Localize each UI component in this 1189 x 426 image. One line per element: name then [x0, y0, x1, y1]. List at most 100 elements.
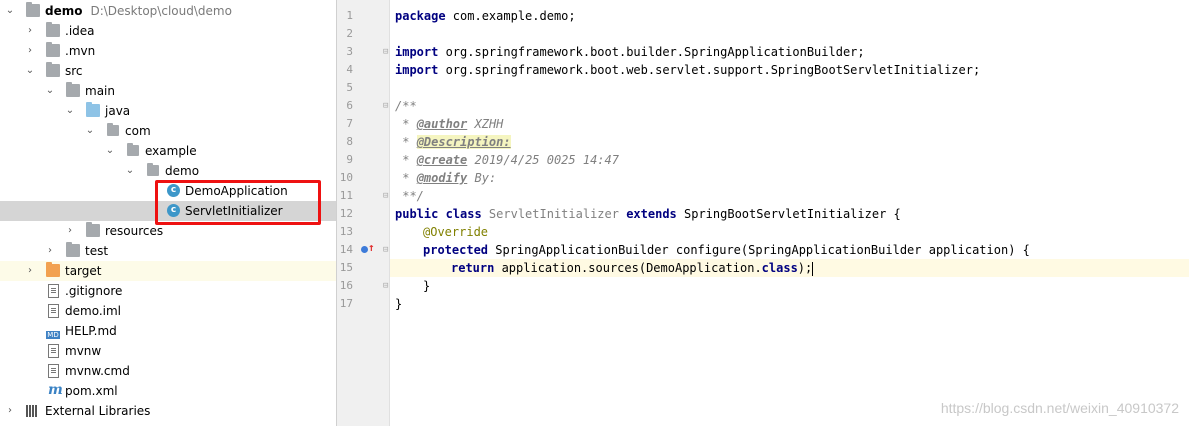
chevron-down-icon[interactable]: ⌄ [44, 81, 56, 101]
tree-item-label: main [85, 84, 115, 98]
excluded-folder-icon [46, 262, 60, 277]
maven-icon: m [48, 382, 63, 398]
chevron-down-icon[interactable]: ⌄ [124, 161, 136, 181]
line-number: 9 [346, 153, 353, 166]
line-number: 16 [339, 279, 353, 292]
tree-item-label: target [65, 264, 102, 278]
chevron-down-icon[interactable]: ⌄ [64, 101, 76, 121]
text-caret [812, 261, 814, 276]
tree-item-example[interactable]: ⌄ example [0, 141, 336, 161]
red-highlight-box [155, 180, 321, 225]
tree-item-label: test [85, 244, 109, 258]
line-number: 4 [346, 63, 353, 76]
chevron-down-icon[interactable]: ⌄ [84, 121, 96, 141]
text-file-icon [48, 284, 59, 298]
chevron-right-icon[interactable]: › [4, 401, 16, 421]
watermark: https://blog.csdn.net/weixin_40910372 [940, 400, 1179, 416]
tree-item-label: demo.iml [65, 304, 121, 318]
package-icon [107, 123, 119, 136]
code-line-17: } [395, 297, 403, 311]
tree-item-label: HELP.md [65, 324, 117, 338]
chevron-right-icon[interactable]: › [44, 241, 56, 261]
resources-folder-icon [86, 222, 100, 237]
line-number: 2 [346, 27, 353, 40]
code-line-15: return application.sources(DemoApplicati… [451, 261, 814, 276]
tree-item-label: pom.xml [65, 384, 118, 398]
chevron-down-icon[interactable]: ⌄ [24, 61, 36, 81]
tree-item-gitignore[interactable]: .gitignore [0, 281, 336, 301]
line-number: 12 [339, 207, 353, 220]
chevron-right-icon[interactable]: › [24, 21, 36, 41]
tree-item-test[interactable]: › test [0, 241, 336, 261]
package-icon [147, 163, 159, 176]
text-file-icon [48, 364, 59, 378]
code-line-8: * @Description: [395, 135, 511, 149]
code-line-13: @Override [423, 225, 489, 239]
folder-icon [66, 242, 80, 257]
tree-item-label: java [105, 104, 131, 118]
code-line-14: protected SpringApplicationBuilder confi… [423, 243, 1030, 257]
code-line-16: } [423, 279, 431, 293]
tree-item-demo-iml[interactable]: demo.iml [0, 301, 336, 321]
code-line-4: import org.springframework.boot.web.serv… [395, 63, 981, 77]
markdown-file-icon: MD [46, 331, 60, 339]
package-icon [127, 143, 139, 156]
code-line-7: * @author XZHH [395, 117, 504, 131]
root-label: demo [45, 4, 83, 18]
tree-item-target[interactable]: › target [0, 261, 336, 281]
code-line-10: * @modify By: [395, 171, 497, 185]
tree-item-mvn[interactable]: › .mvn [0, 41, 336, 61]
folder-icon [46, 62, 60, 77]
tree-item-label: com [125, 124, 151, 138]
library-icon [26, 405, 40, 418]
chevron-down-icon[interactable]: ⌄ [4, 1, 16, 21]
line-number: 11 [339, 189, 353, 202]
tree-item-label: mvnw [65, 344, 102, 358]
line-number: 5 [346, 81, 353, 94]
tree-item-help-md[interactable]: MD HELP.md [0, 321, 336, 341]
tree-item-com[interactable]: ⌄ com [0, 121, 336, 141]
code-line-12: public class ServletInitializer extends … [395, 207, 901, 221]
override-method-icon[interactable]: ↑ [361, 241, 375, 255]
line-number: 17 [339, 297, 353, 310]
tree-item-external-libraries[interactable]: › External Libraries [0, 401, 336, 421]
code-line-6: /** [395, 99, 417, 113]
module-folder-icon [26, 2, 40, 17]
tree-item-java[interactable]: ⌄ java [0, 101, 336, 121]
tree-item-label: src [65, 64, 83, 78]
folder-icon [46, 22, 60, 37]
chevron-right-icon[interactable]: › [24, 261, 36, 281]
chevron-right-icon[interactable]: › [24, 41, 36, 61]
folder-icon [66, 82, 80, 97]
root-path: D:\Desktop\cloud\demo [90, 4, 232, 18]
line-number: 3 [346, 45, 353, 58]
project-tree: ⌄ demo D:\Desktop\cloud\demo › .idea › .m… [0, 0, 336, 426]
tree-item-label: mvnw.cmd [65, 364, 130, 378]
text-file-icon [48, 344, 59, 358]
tree-item-label: External Libraries [45, 404, 151, 418]
code-line-9: * @create 2019/4/25 0025 14:47 [395, 153, 619, 167]
tree-item-demo-package[interactable]: ⌄ demo [0, 161, 336, 181]
line-number: 15 [339, 261, 353, 274]
source-folder-icon [86, 102, 100, 117]
tree-item-pom-xml[interactable]: m pom.xml [0, 381, 336, 401]
module-file-icon [48, 304, 59, 318]
tree-item-label: .mvn [65, 44, 96, 58]
line-number: 10 [339, 171, 353, 184]
tree-item-label: .idea [65, 24, 95, 38]
tree-item-label: .gitignore [65, 284, 123, 298]
tree-item-src[interactable]: ⌄ src [0, 61, 336, 81]
tree-item-mvnw-cmd[interactable]: mvnw.cmd [0, 361, 336, 381]
tree-root-demo[interactable]: ⌄ demo D:\Desktop\cloud\demo [0, 1, 336, 21]
line-number: 1 [346, 9, 353, 22]
tree-item-main[interactable]: ⌄ main [0, 81, 336, 101]
line-number: 6 [346, 99, 353, 112]
chevron-down-icon[interactable]: ⌄ [104, 141, 116, 161]
line-number: 14 [339, 243, 353, 256]
chevron-right-icon[interactable]: › [64, 221, 76, 241]
line-number: 7 [346, 117, 353, 130]
code-line-1: package com.example.demo; [395, 9, 576, 23]
tree-item-mvnw[interactable]: mvnw [0, 341, 336, 361]
tree-item-idea[interactable]: › .idea [0, 21, 336, 41]
code-line-3: import org.springframework.boot.builder.… [395, 45, 865, 59]
